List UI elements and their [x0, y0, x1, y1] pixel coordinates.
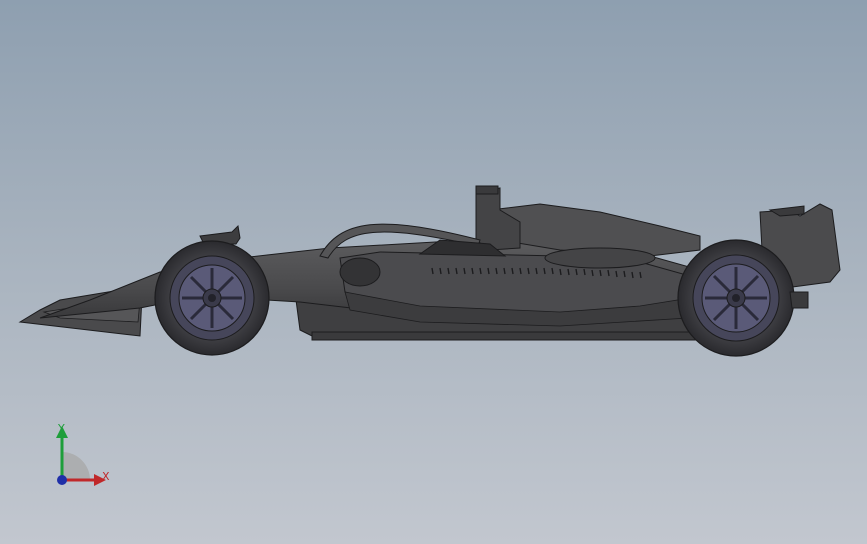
orientation-triad[interactable]: Y X: [40, 420, 130, 500]
triad-quarter-disc: [62, 452, 90, 480]
floor-edge: [311, 331, 705, 341]
front-wheel: [154, 240, 270, 356]
sidepod-inlet: [339, 257, 381, 287]
z-axis-dot: [57, 475, 67, 485]
x-axis-label: X: [102, 470, 110, 483]
airbox-intake: [475, 185, 499, 195]
rear-wheel: [677, 239, 795, 357]
engine-cover-panel: [544, 247, 656, 269]
airbox: [475, 187, 521, 251]
f1-car-model[interactable]: [0, 0, 867, 544]
y-axis-label: Y: [57, 422, 65, 435]
graphics-viewport[interactable]: Y X: [0, 0, 867, 544]
rear-diffuser: [789, 291, 809, 309]
